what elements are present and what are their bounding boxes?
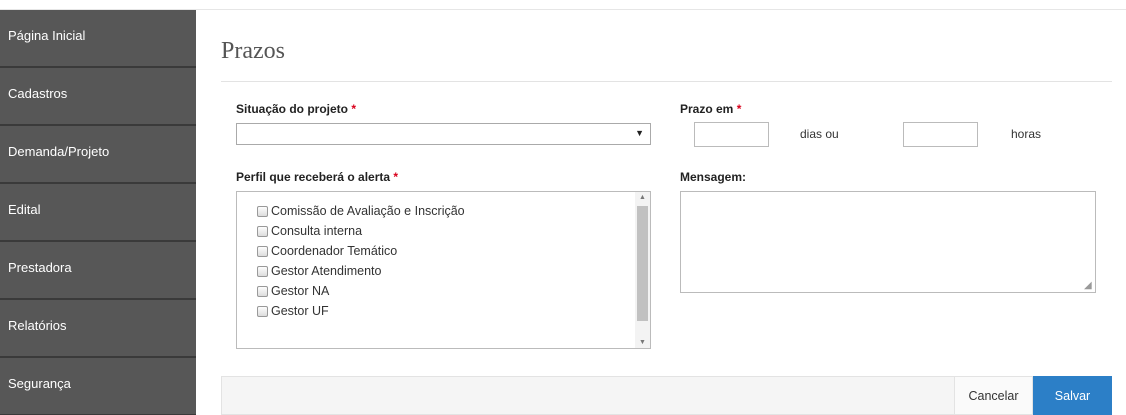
- sidebar-item-pagina-inicial[interactable]: Página Inicial: [0, 10, 196, 68]
- dias-text: dias ou: [800, 127, 839, 141]
- sidebar: Página Inicial Cadastros Demanda/Projeto…: [0, 10, 196, 415]
- sidebar-item-label: Segurança: [8, 375, 71, 391]
- perfil-option-label: Gestor NA: [271, 284, 330, 298]
- sidebar-item-edital[interactable]: Edital: [0, 184, 196, 242]
- perfil-option-label: Coordenador Temático: [271, 244, 398, 258]
- perfil-option[interactable]: Gestor NA: [257, 281, 329, 301]
- checkbox[interactable]: [257, 205, 268, 217]
- scroll-down-icon[interactable]: ▼: [638, 339, 647, 346]
- save-button[interactable]: Salvar: [1033, 376, 1112, 415]
- scrollbar-thumb[interactable]: [637, 206, 648, 321]
- sidebar-item-demanda-projeto[interactable]: Demanda/Projeto: [0, 126, 196, 184]
- situacao-label-text: Situação do projeto: [236, 102, 349, 116]
- sidebar-item-label: Cadastros: [8, 85, 68, 101]
- situacao-select[interactable]: ▼: [236, 123, 651, 145]
- resize-grip-icon[interactable]: ◢: [1084, 280, 1092, 291]
- checkbox[interactable]: [257, 245, 268, 257]
- scroll-up-icon[interactable]: ▲: [638, 194, 647, 201]
- sidebar-item-label: Edital: [8, 201, 41, 217]
- sidebar-item-relatorios[interactable]: Relatórios: [0, 300, 196, 358]
- required-mark: *: [351, 102, 357, 116]
- perfil-option[interactable]: Coordenador Temático: [257, 241, 397, 261]
- perfil-option-label: Consulta interna: [271, 224, 363, 238]
- dias-input[interactable]: [694, 122, 769, 147]
- perfil-option[interactable]: Consulta interna: [257, 221, 362, 241]
- checkbox[interactable]: [257, 225, 268, 237]
- perfil-option[interactable]: Gestor Atendimento: [257, 261, 381, 281]
- perfil-option-label: Comissão de Avaliação e Inscrição: [271, 204, 465, 218]
- mensagem-textarea[interactable]: [680, 191, 1096, 293]
- required-mark: *: [393, 170, 399, 184]
- perfil-option-label: Gestor UF: [271, 304, 329, 318]
- checkbox[interactable]: [257, 305, 268, 317]
- perfil-checklist[interactable]: Comissão de Avaliação e Inscrição Consul…: [236, 191, 651, 349]
- situacao-label: Situação do projeto *: [236, 102, 356, 116]
- sidebar-item-label: Demanda/Projeto: [8, 143, 110, 159]
- prazo-label: Prazo em *: [680, 102, 741, 116]
- checkbox[interactable]: [257, 265, 268, 277]
- perfil-label-text: Perfil que receberá o alerta: [236, 170, 391, 184]
- checkbox[interactable]: [257, 285, 268, 297]
- sidebar-item-label: Relatórios: [8, 317, 67, 333]
- page-title: Prazos: [221, 38, 285, 64]
- prazo-label-text: Prazo em: [680, 102, 734, 116]
- mensagem-label: Mensagem:: [680, 170, 747, 184]
- title-divider: [221, 81, 1112, 82]
- perfil-label: Perfil que receberá o alerta *: [236, 170, 398, 184]
- required-mark: *: [736, 102, 742, 116]
- cancel-button[interactable]: Cancelar: [954, 376, 1033, 415]
- perfil-option-label: Gestor Atendimento: [271, 264, 382, 278]
- horas-text: horas: [1011, 127, 1042, 141]
- top-bar: [0, 0, 1126, 10]
- sidebar-item-label: Prestadora: [8, 259, 72, 275]
- sidebar-item-seguranca[interactable]: Segurança: [0, 358, 196, 415]
- scrollbar[interactable]: ▲ ▼: [635, 192, 650, 348]
- horas-input[interactable]: [903, 122, 978, 147]
- perfil-option[interactable]: Comissão de Avaliação e Inscrição: [257, 201, 465, 221]
- sidebar-item-label: Página Inicial: [8, 27, 86, 43]
- main-content: Prazos Situação do projeto * ▼ Prazo em …: [196, 10, 1126, 415]
- perfil-option[interactable]: Gestor UF: [257, 301, 329, 321]
- sidebar-item-prestadora[interactable]: Prestadora: [0, 242, 196, 300]
- sidebar-item-cadastros[interactable]: Cadastros: [0, 68, 196, 126]
- chevron-down-icon: ▼: [635, 128, 644, 138]
